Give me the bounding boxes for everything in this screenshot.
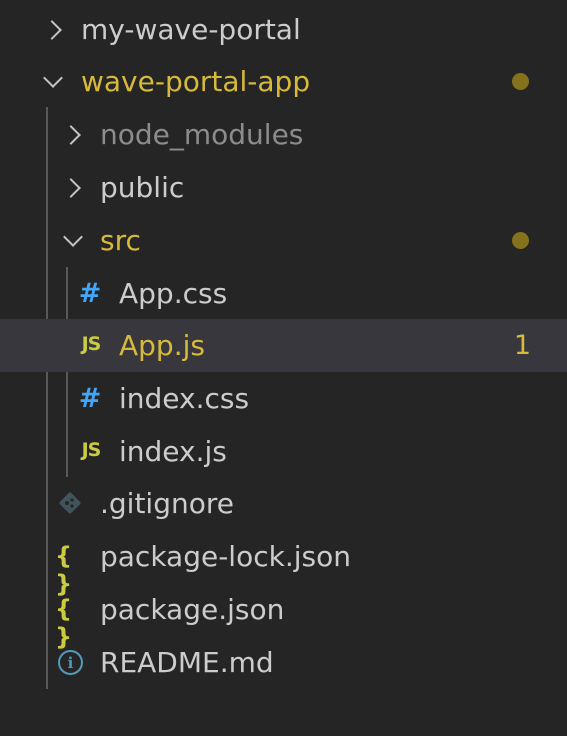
tree-item-public[interactable]: public <box>0 161 567 214</box>
tree-item-index-js[interactable]: JS index.js <box>0 425 567 478</box>
file-label: App.js <box>119 328 205 362</box>
folder-label: my-wave-portal <box>81 12 301 46</box>
tree-item-my-wave-portal[interactable]: my-wave-portal <box>0 3 567 56</box>
tree-item-src[interactable]: src <box>0 214 567 267</box>
tree-item-package-json[interactable]: { } package.json <box>0 583 567 651</box>
chevron-right-icon <box>61 125 81 145</box>
file-label: README.md <box>100 645 274 679</box>
modified-dot <box>512 232 529 249</box>
css-hash-icon: # <box>78 383 102 414</box>
file-label: package.json <box>100 592 285 626</box>
file-label: index.css <box>119 381 250 415</box>
chevron-right-icon <box>42 20 62 40</box>
tree-item-gitignore[interactable]: .gitignore <box>0 477 567 530</box>
tree-item-app-css[interactable]: # App.css <box>0 267 567 320</box>
problem-count-badge: 1 <box>513 330 531 361</box>
folder-label: node_modules <box>100 117 304 151</box>
tree-item-index-css[interactable]: # index.css <box>0 372 567 425</box>
javascript-icon: JS <box>81 333 102 355</box>
file-label: .gitignore <box>100 486 234 520</box>
tree-item-app-js[interactable]: JS App.js 1 <box>0 319 567 372</box>
chevron-down-icon <box>63 227 83 247</box>
tree-item-node-modules[interactable]: node_modules <box>0 108 567 161</box>
tree-item-wave-portal-app[interactable]: wave-portal-app <box>0 55 567 108</box>
css-hash-icon: # <box>78 278 102 309</box>
file-explorer: my-wave-portal wave-portal-app node_modu… <box>0 0 567 736</box>
file-label: package-lock.json <box>100 539 351 573</box>
folder-label: src <box>100 223 141 257</box>
info-icon: i <box>58 650 83 675</box>
tree-item-readme[interactable]: i README.md <box>0 636 567 689</box>
file-label: App.css <box>119 276 228 310</box>
chevron-down-icon <box>43 68 63 88</box>
modified-dot <box>512 73 529 90</box>
git-icon <box>58 491 82 515</box>
javascript-icon: JS <box>81 439 102 461</box>
tree-item-package-lock-json[interactable]: { } package-lock.json <box>0 530 567 598</box>
folder-label: wave-portal-app <box>81 64 311 98</box>
file-label: index.js <box>119 434 227 468</box>
folder-label: public <box>100 170 185 204</box>
chevron-right-icon <box>61 178 81 198</box>
